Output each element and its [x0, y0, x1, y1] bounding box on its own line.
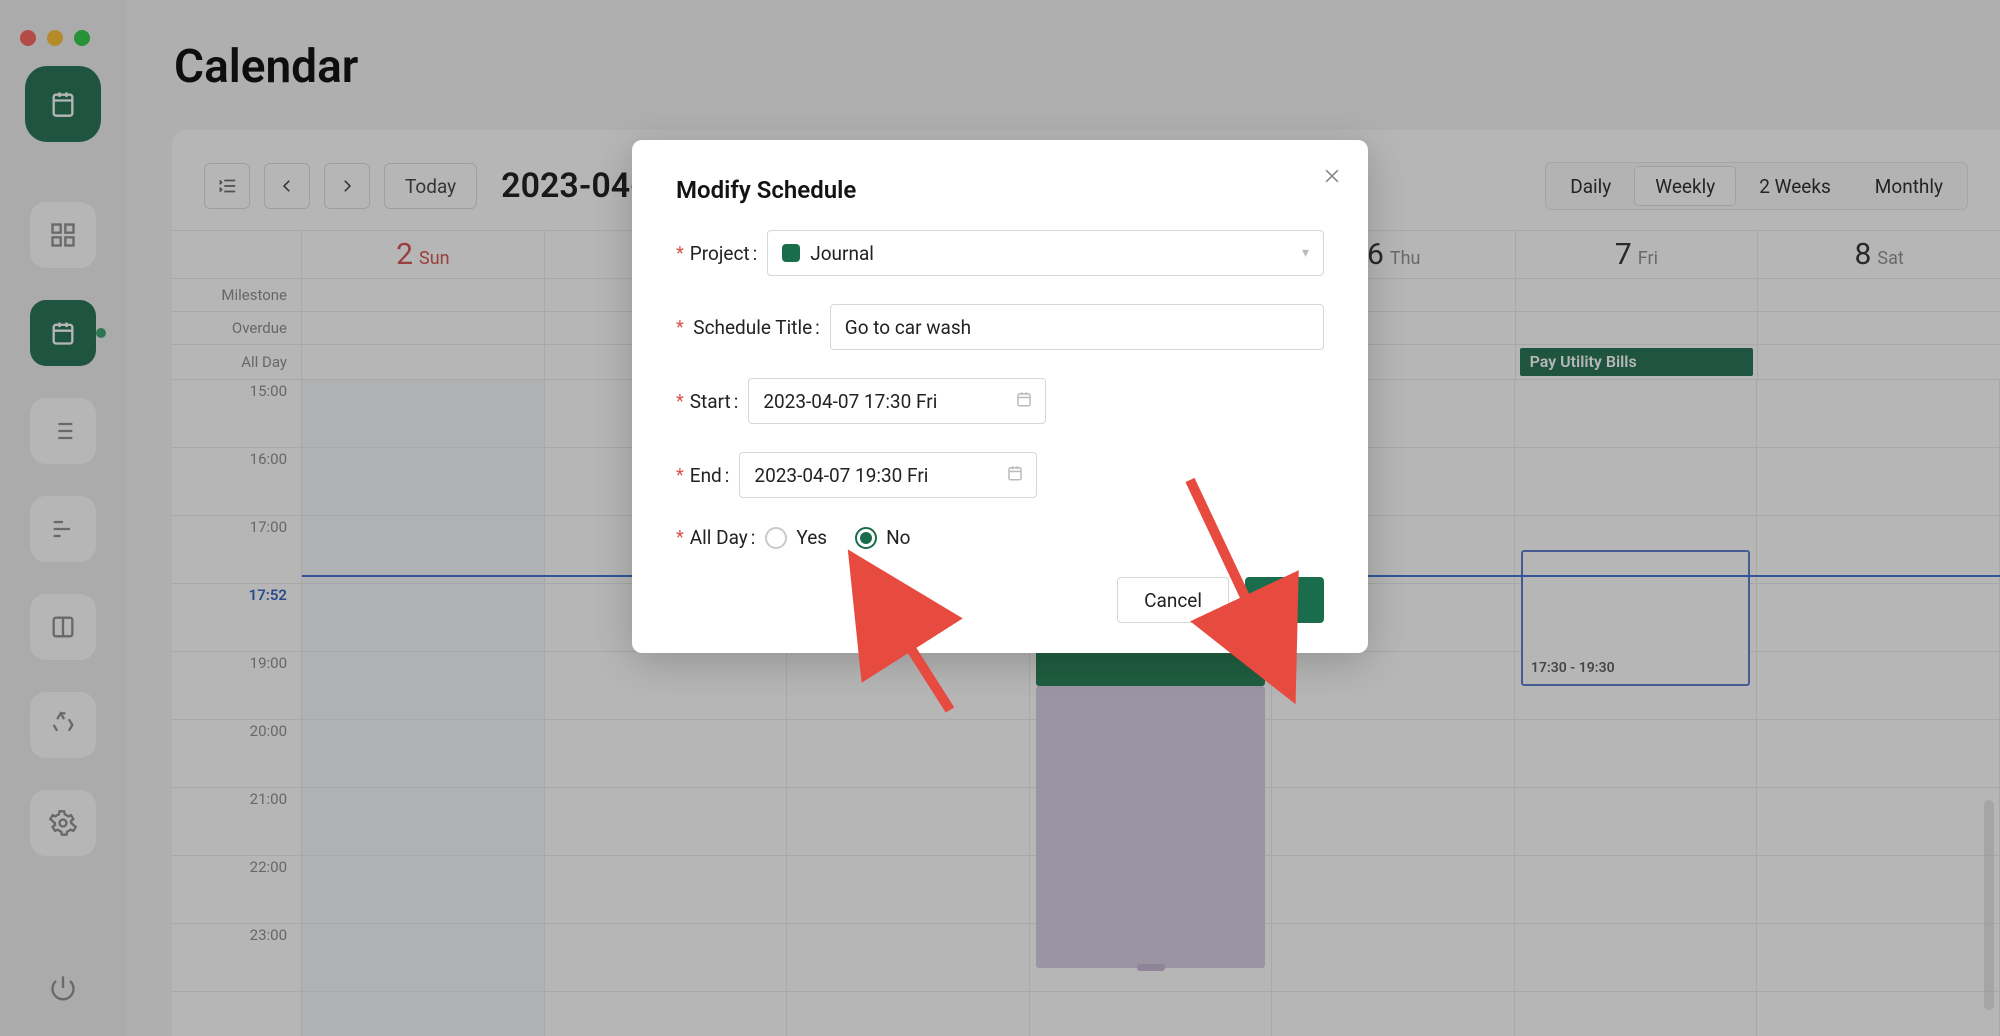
- calendar-icon: [1015, 390, 1033, 413]
- chevron-down-icon: ▾: [1302, 245, 1309, 261]
- modal-title: Modify Schedule: [676, 176, 1324, 204]
- modal-footer: Cancel OK: [676, 577, 1324, 623]
- label-start: Start: [690, 390, 749, 413]
- start-datetime-input[interactable]: 2023-04-07 17:30 Fri: [748, 378, 1046, 424]
- project-select[interactable]: Journal ▾: [767, 230, 1324, 276]
- required-star-icon: *: [676, 243, 684, 264]
- ok-button[interactable]: OK: [1245, 577, 1324, 623]
- radio-icon: [855, 527, 877, 549]
- radio-icon: [765, 527, 787, 549]
- project-color-icon: [782, 244, 800, 262]
- modify-schedule-modal: Modify Schedule * Project Journal ▾ * Sc…: [632, 140, 1368, 653]
- close-modal-button[interactable]: [1322, 166, 1342, 192]
- calendar-icon: [1006, 464, 1024, 487]
- allday-yes-radio[interactable]: Yes: [765, 526, 827, 549]
- schedule-title-input[interactable]: [830, 304, 1324, 350]
- cancel-button[interactable]: Cancel: [1117, 577, 1229, 623]
- label-end: End: [690, 464, 740, 487]
- end-datetime-input[interactable]: 2023-04-07 19:30 Fri: [739, 452, 1037, 498]
- allday-no-radio[interactable]: No: [855, 526, 910, 549]
- label-schedule-title: Schedule Title: [690, 316, 830, 339]
- allday-radio-group: Yes No: [765, 526, 910, 549]
- label-project: Project: [690, 242, 767, 265]
- label-allday: All Day: [690, 526, 766, 549]
